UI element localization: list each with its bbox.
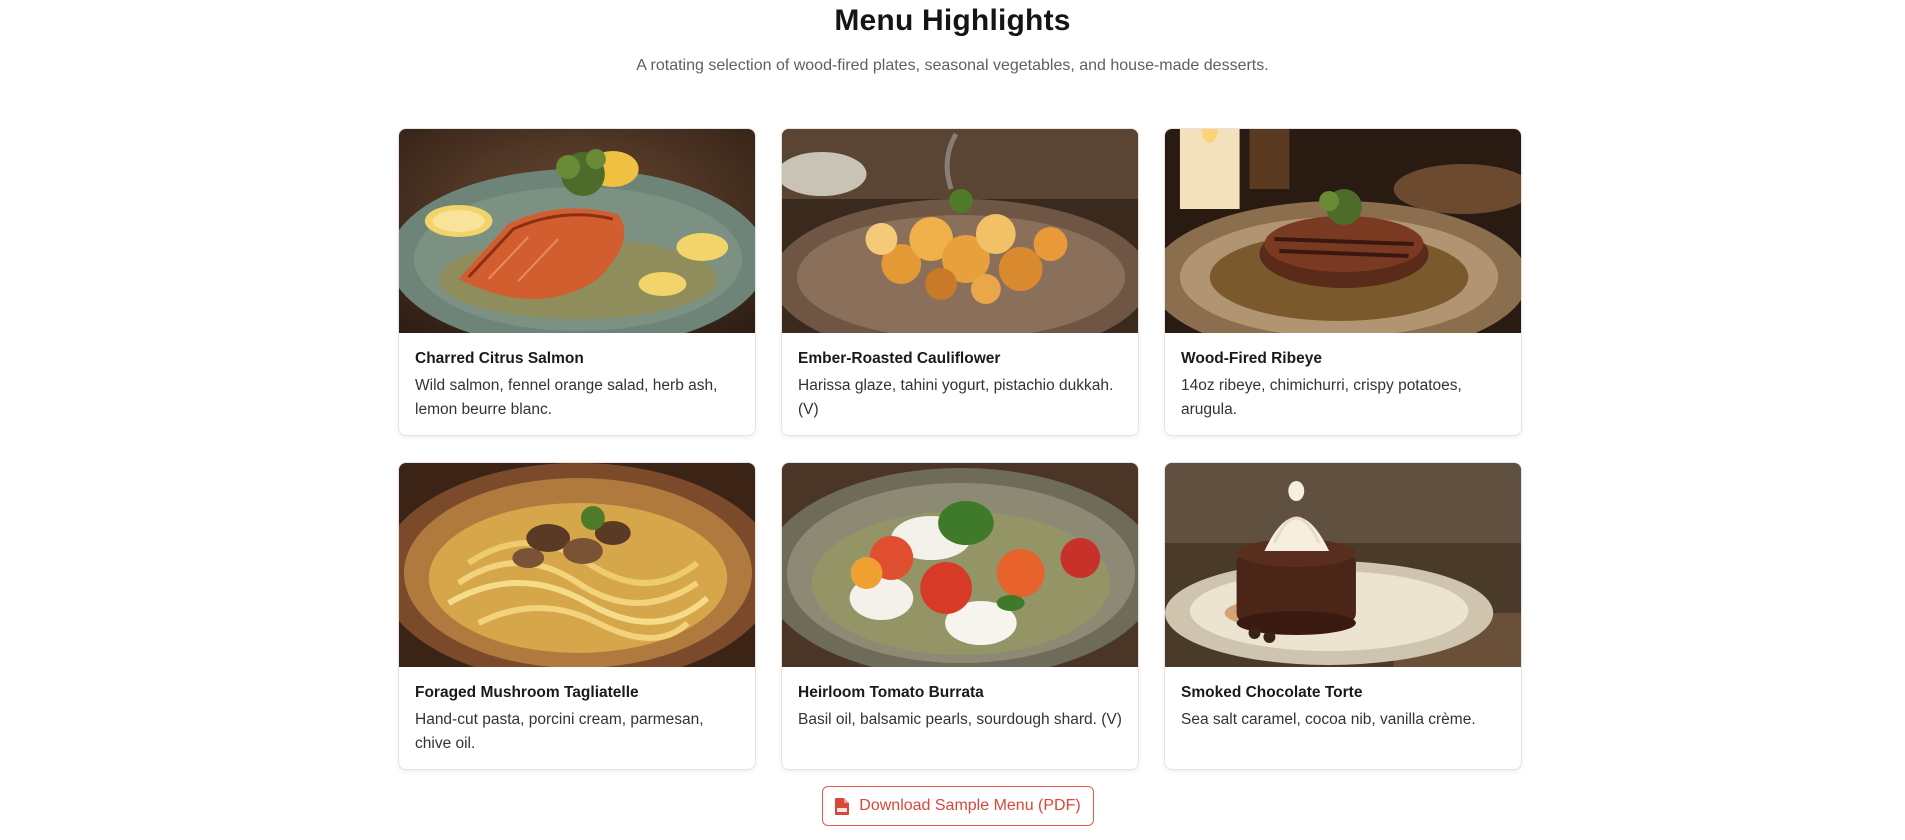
torte-photo [1165, 463, 1521, 667]
menu-card: Smoked Chocolate Torte Sea salt caramel,… [1164, 462, 1522, 770]
card-description: Wild salmon, fennel orange salad, herb a… [415, 377, 718, 418]
card-title: Heirloom Tomato Burrata [798, 684, 984, 701]
card-title: Ember-Roasted Cauliflower [798, 350, 1001, 367]
card-description: Hand-cut pasta, porcini cream, parmesan,… [415, 711, 704, 752]
menu-card: Heirloom Tomato Burrata Basil oil, balsa… [781, 462, 1139, 770]
card-description: Basil oil, balsamic pearls, sourdough sh… [798, 711, 1122, 728]
card-description: 14oz ribeye, chimichurri, crispy potatoe… [1181, 377, 1462, 418]
pdf-file-icon [835, 797, 850, 815]
download-menu-label: Download Sample Menu (PDF) [859, 797, 1081, 814]
download-menu-button[interactable]: Download Sample Menu (PDF) [822, 786, 1094, 826]
salmon-photo [399, 129, 755, 333]
tagliatelle-photo [399, 463, 755, 667]
card-title: Wood-Fired Ribeye [1181, 350, 1322, 367]
menu-card: Charred Citrus Salmon Wild salmon, fenne… [398, 128, 756, 436]
card-title: Foraged Mushroom Tagliatelle [415, 684, 639, 701]
page-subtitle: A rotating selection of wood-fired plate… [636, 57, 1269, 74]
card-title: Charred Citrus Salmon [415, 350, 584, 367]
page-title: Menu Highlights [834, 4, 1071, 37]
menu-card: Foraged Mushroom Tagliatelle Hand-cut pa… [398, 462, 756, 770]
ribeye-photo [1165, 129, 1521, 333]
menu-card: Wood-Fired Ribeye 14oz ribeye, chimichur… [1164, 128, 1522, 436]
card-description: Harissa glaze, tahini yogurt, pistachio … [798, 377, 1114, 418]
cauliflower-photo [782, 129, 1138, 333]
menu-grid: Charred Citrus Salmon Wild salmon, fenne… [398, 128, 1522, 770]
burrata-photo [782, 463, 1138, 667]
menu-card: Ember-Roasted Cauliflower Harissa glaze,… [781, 128, 1139, 436]
card-description: Sea salt caramel, cocoa nib, vanilla crè… [1181, 711, 1476, 728]
card-title: Smoked Chocolate Torte [1181, 684, 1363, 701]
